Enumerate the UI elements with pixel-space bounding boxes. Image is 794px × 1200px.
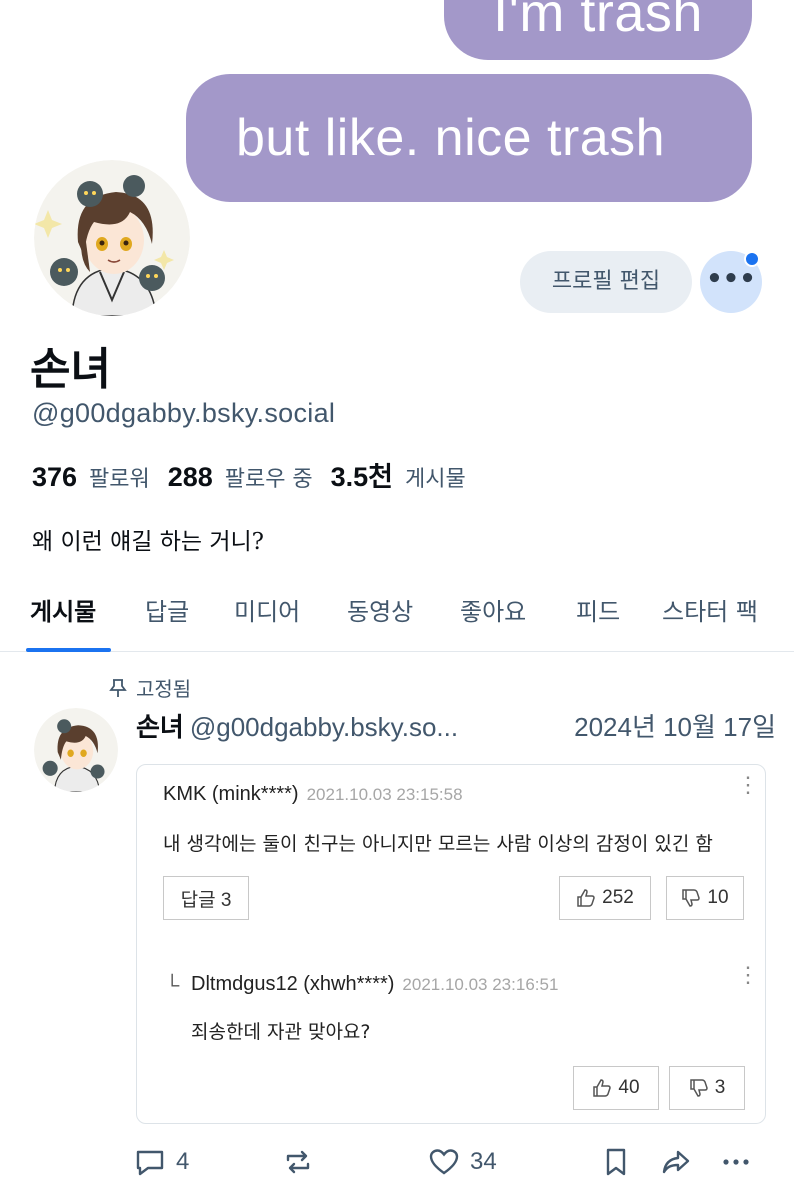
notification-dot: [744, 251, 760, 267]
reply-author: Dltmdgus12 (xhwh****) 2021.10.03 23:16:51: [191, 973, 558, 996]
post-author-handle[interactable]: @g00dgabby.bsky.so...: [190, 712, 458, 742]
following-count[interactable]: 288: [168, 462, 213, 492]
repost-button[interactable]: [282, 1146, 314, 1178]
thumbs-down-icon: [689, 1079, 708, 1097]
more-icon: [723, 1159, 749, 1165]
post-date[interactable]: 2024년 10월 17일: [574, 707, 776, 744]
reply-dislike-count: 3: [714, 1077, 726, 1098]
reply-author-name: Dltmdgus12 (xhwh****): [191, 973, 395, 995]
reply-date: 2021.10.03 23:16:51: [402, 975, 559, 994]
comment-icon: [136, 1150, 164, 1176]
tab-likes[interactable]: 좋아요: [460, 592, 526, 627]
active-tab-indicator: [26, 648, 111, 652]
like-button[interactable]: 34: [428, 1146, 497, 1178]
comment-reply-label: 답글 3: [180, 889, 232, 911]
reply-button[interactable]: 4: [134, 1146, 189, 1178]
comment-kebab-icon: ⋮: [737, 772, 759, 797]
more-icon: •••: [706, 264, 756, 294]
tab-feeds[interactable]: 피드: [576, 592, 620, 627]
tab-replies[interactable]: 답글: [145, 592, 189, 627]
reply-dislike-box: 3: [669, 1066, 745, 1110]
tab-starter-packs[interactable]: 스타터 팩: [662, 592, 758, 627]
profile-stats: 376 팔로워 288 팔로우 중 3.5천 게시물: [32, 455, 476, 494]
comment-reply-box: 답글 3: [163, 876, 249, 920]
like-count: 34: [470, 1148, 497, 1175]
comment-like-count: 252: [602, 887, 634, 908]
comment-text: 내 생각에는 둘이 친구는 아니지만 모르는 사람 이상의 감정이 있긴 함: [163, 833, 713, 855]
post-image[interactable]: KMK (mink****) 2021.10.03 23:15:58 ⋮ 내 생각…: [136, 764, 766, 1124]
display-name: 손녀: [30, 344, 111, 395]
thumbs-down-icon: [682, 889, 701, 907]
reply-like-box: 40: [573, 1066, 659, 1110]
tab-posts[interactable]: 게시물: [30, 592, 96, 627]
pin-icon: [109, 678, 127, 697]
reply-like-count: 40: [618, 1077, 640, 1098]
bookmark-button[interactable]: [600, 1146, 632, 1178]
pinned-indicator: 고정됨: [108, 673, 191, 702]
profile-tabs: 게시물 답글 미디어 동영상 좋아요 피드 스타터 팩: [0, 586, 794, 652]
banner-bubble-top: I'm trash: [444, 0, 752, 60]
post-author-name[interactable]: 손녀: [136, 713, 184, 743]
comment-dislike-box: 10: [666, 876, 744, 920]
following-label[interactable]: 팔로우 중: [225, 467, 313, 492]
reply-arrow-icon: └: [165, 975, 180, 997]
post-author-avatar[interactable]: [34, 708, 118, 792]
comment-date: 2021.10.03 23:15:58: [306, 785, 463, 804]
bookmark-icon: [606, 1148, 626, 1176]
banner-bubble-bottom: but like. nice trash: [186, 74, 752, 202]
tab-media[interactable]: 미디어: [234, 592, 300, 627]
edit-profile-button[interactable]: 프로필 편집: [520, 251, 692, 313]
repost-icon: [286, 1150, 310, 1174]
reply-text: 죄송한데 자관 맞아요?: [191, 1021, 371, 1043]
profile-avatar[interactable]: [30, 156, 194, 320]
thumbs-up-icon: [577, 889, 595, 907]
comment-author-name: KMK (mink****): [163, 783, 299, 805]
comment-like-box: 252: [559, 876, 651, 920]
tab-videos[interactable]: 동영상: [347, 592, 413, 627]
reply-kebab-icon: ⋮: [737, 962, 759, 987]
followers-label[interactable]: 팔로워: [89, 467, 150, 492]
share-icon: [662, 1150, 690, 1174]
share-button[interactable]: [660, 1146, 692, 1178]
posts-label: 게시물: [404, 467, 466, 492]
pinned-label: 고정됨: [136, 677, 192, 701]
thumbs-up-icon: [593, 1079, 612, 1097]
followers-count[interactable]: 376: [32, 462, 77, 492]
posts-count: 3.5천: [330, 462, 394, 492]
post-more-button[interactable]: [720, 1146, 752, 1178]
comment-author: KMK (mink****) 2021.10.03 23:15:58: [163, 783, 463, 806]
profile-bio: 왜 이런 얘길 하는 거니?: [32, 529, 265, 555]
comment-dislike-count: 10: [707, 887, 729, 908]
heart-icon: [429, 1149, 459, 1175]
post-header: 손녀 @g00dgabby.bsky.so... 2024년 10월 17일: [136, 707, 776, 744]
banner-text-top: I'm trash: [493, 0, 703, 43]
banner-text-bottom: but like. nice trash: [236, 109, 666, 167]
profile-handle: @g00dgabby.bsky.social: [32, 398, 336, 428]
reply-count: 4: [176, 1148, 190, 1175]
